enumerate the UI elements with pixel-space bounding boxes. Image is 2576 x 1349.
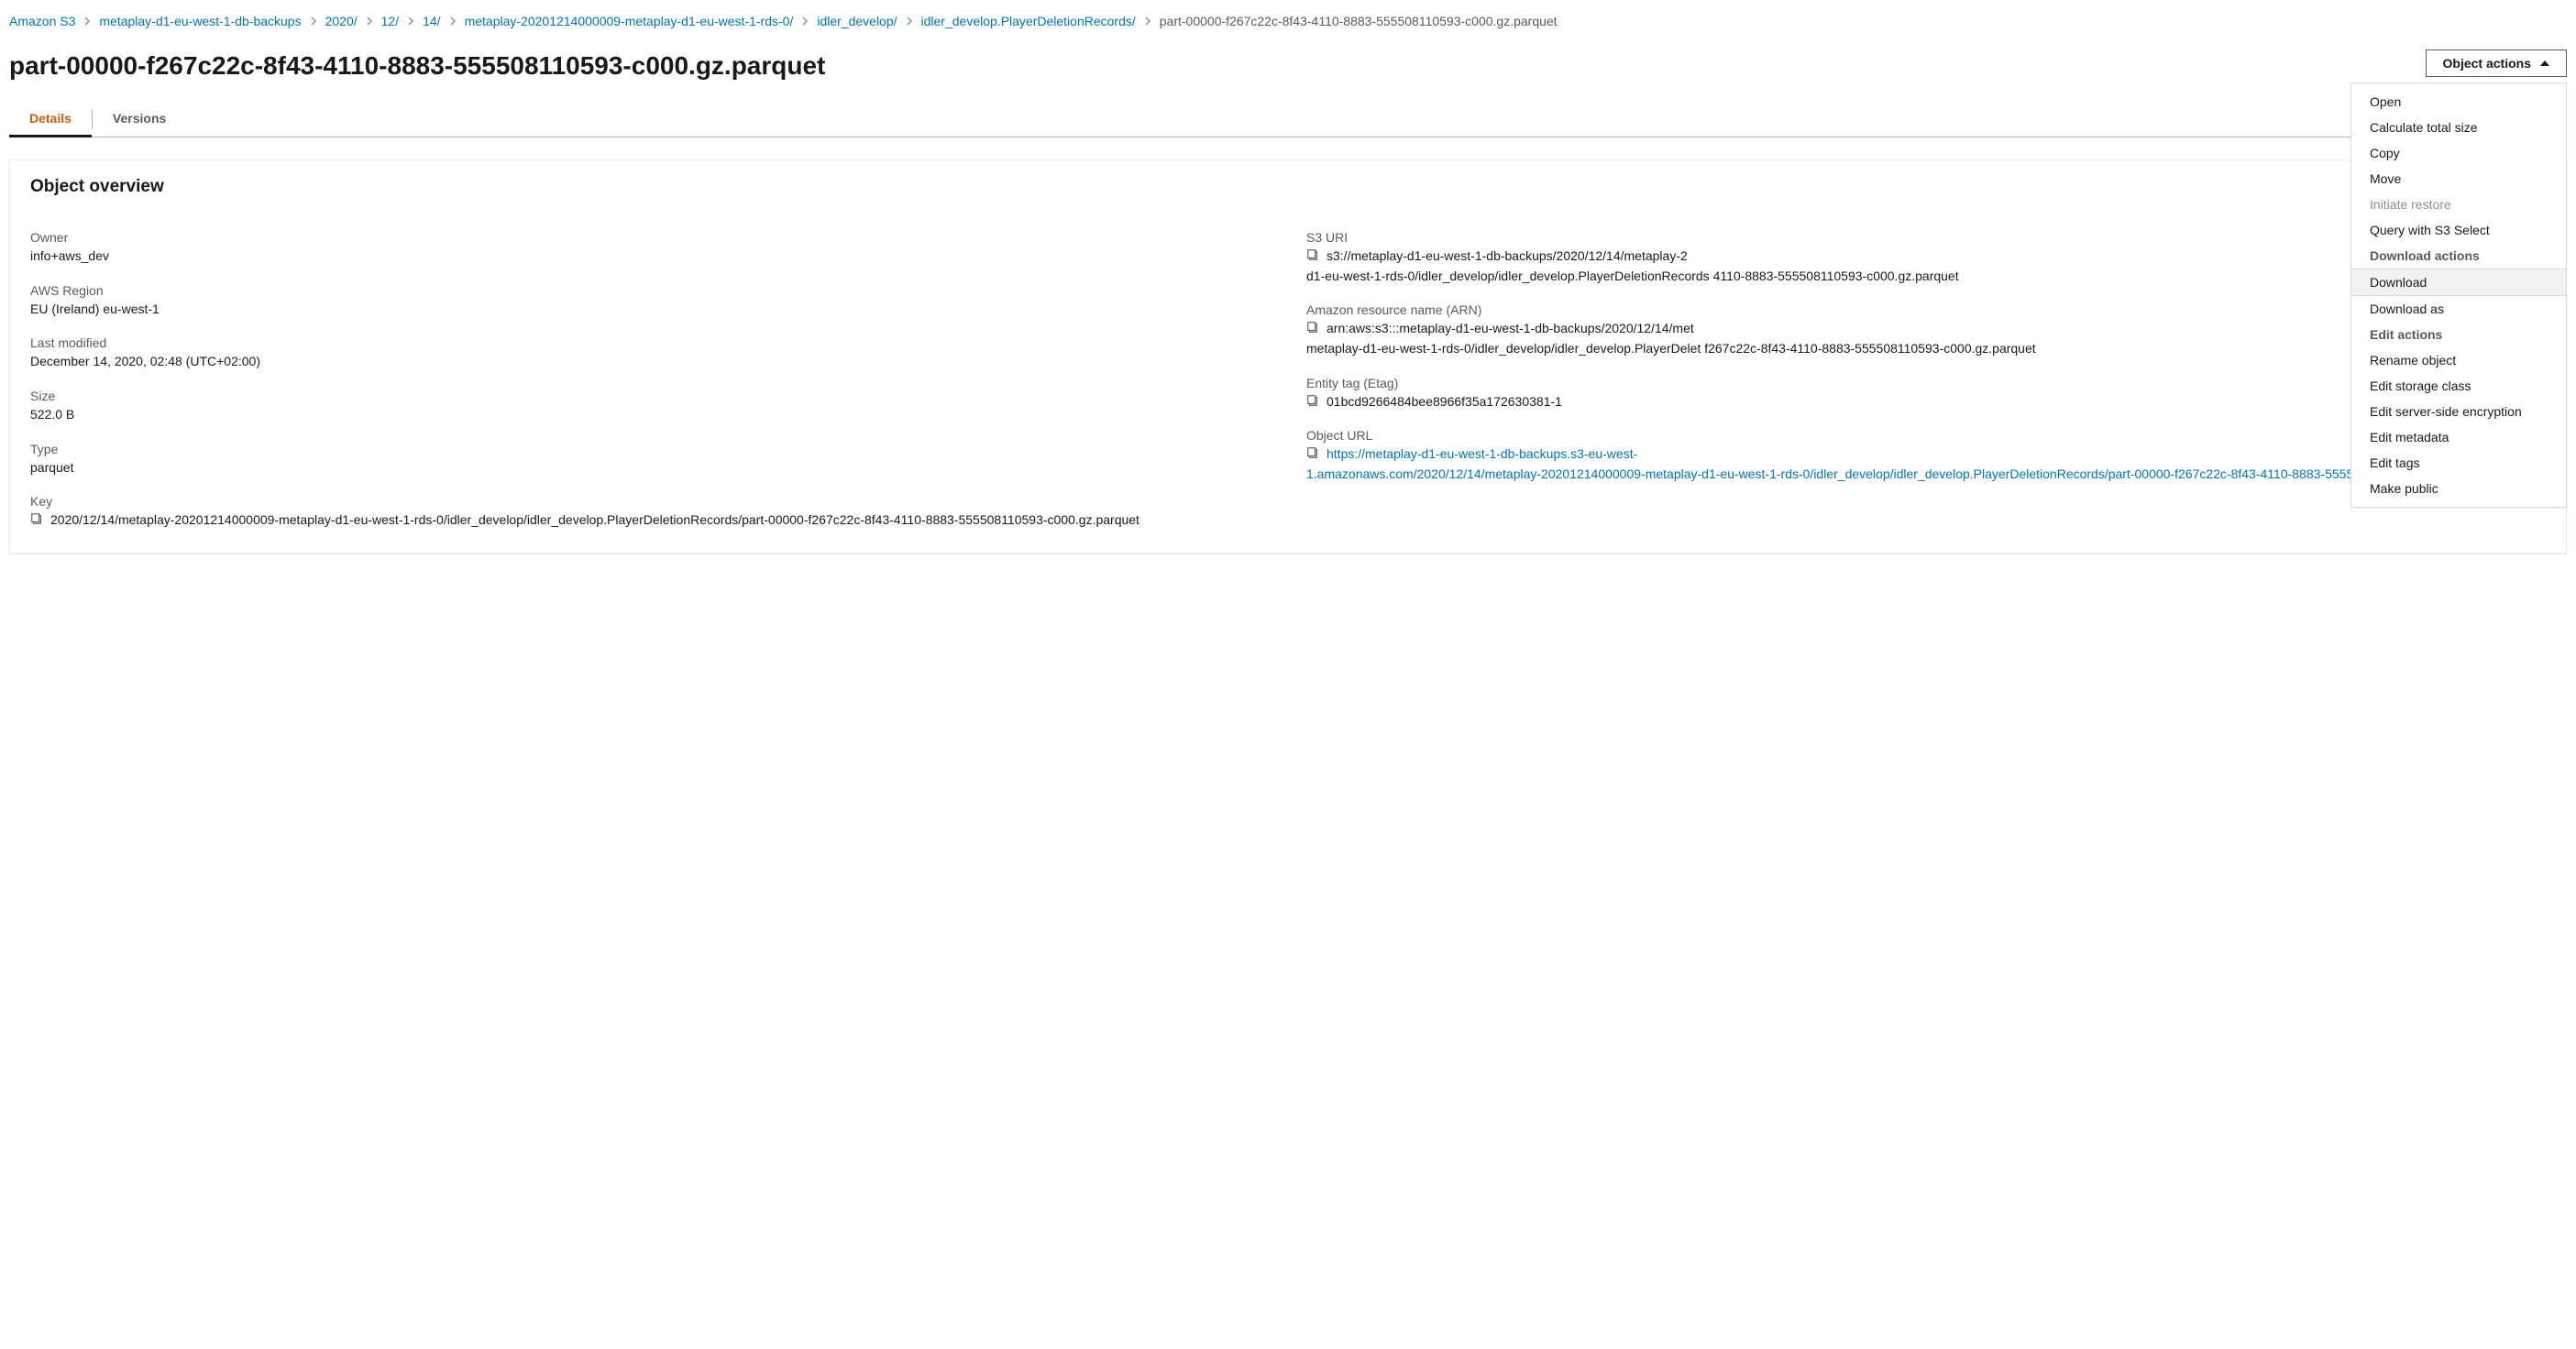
copy-icon[interactable] (1306, 248, 1319, 261)
menu-item-open[interactable]: Open (2351, 89, 2566, 115)
menu-section-edit: Edit actions (2351, 322, 2566, 347)
menu-section-download: Download actions (2351, 243, 2566, 269)
type-label: Type (30, 442, 1270, 456)
breadcrumb-item-2020[interactable]: 2020/ (325, 11, 358, 31)
menu-item-copy[interactable]: Copy (2351, 140, 2566, 166)
chevron-right-icon (402, 16, 419, 26)
overview-left-column: Owner info+aws_dev AWS Region EU (Irelan… (30, 214, 1270, 531)
chevron-right-icon (1139, 16, 1156, 26)
menu-item-query-s3-select[interactable]: Query with S3 Select (2351, 217, 2566, 243)
type-value: parquet (30, 458, 1270, 478)
owner-label: Owner (30, 230, 1270, 245)
key-label: Key (30, 494, 1270, 509)
breadcrumb-item-snapshot[interactable]: metaplay-20201214000009-metaplay-d1-eu-w… (465, 11, 794, 31)
breadcrumb-item-12[interactable]: 12/ (381, 11, 399, 31)
object-url-value-line1[interactable]: https://metaplay-d1-eu-west-1-db-backups… (1327, 444, 1637, 465)
tab-versions[interactable]: Versions (93, 102, 186, 137)
region-label: AWS Region (30, 283, 1270, 298)
owner-value: info+aws_dev (30, 247, 1270, 267)
menu-item-download[interactable]: Download (2351, 269, 2566, 296)
menu-item-edit-metadata[interactable]: Edit metadata (2351, 424, 2566, 450)
chevron-right-icon (361, 16, 378, 26)
chevron-right-icon (79, 16, 95, 26)
menu-item-edit-sse[interactable]: Edit server-side encryption (2351, 399, 2566, 424)
size-value: 522.0 B (30, 405, 1270, 425)
chevron-right-icon (305, 16, 322, 26)
menu-item-download-as[interactable]: Download as (2351, 296, 2566, 322)
chevron-right-icon (901, 16, 918, 26)
copy-icon[interactable] (1306, 394, 1319, 407)
chevron-right-icon (797, 16, 813, 26)
menu-item-make-public[interactable]: Make public (2351, 476, 2566, 501)
menu-item-calculate-size[interactable]: Calculate total size (2351, 115, 2566, 140)
copy-icon[interactable] (1306, 446, 1319, 459)
arn-value-line1: arn:aws:s3:::metaplay-d1-eu-west-1-db-ba… (1327, 319, 1694, 339)
breadcrumb-item-bucket[interactable]: metaplay-d1-eu-west-1-db-backups (99, 11, 301, 31)
size-label: Size (30, 389, 1270, 403)
breadcrumb-item-current: part-00000-f267c22c-8f43-4110-8883-55550… (1160, 11, 1558, 31)
etag-value: 01bcd9266484bee8966f35a172630381-1 (1327, 392, 1562, 412)
menu-item-edit-tags[interactable]: Edit tags (2351, 450, 2566, 476)
copy-icon[interactable] (30, 512, 43, 525)
chevron-right-icon (445, 16, 461, 26)
tabs: Details Versions (9, 102, 2567, 137)
menu-item-move[interactable]: Move (2351, 166, 2566, 192)
menu-item-initiate-restore: Initiate restore (2351, 192, 2566, 217)
object-actions-label: Object actions (2443, 56, 2531, 71)
breadcrumb-item-14[interactable]: 14/ (423, 11, 440, 31)
caret-up-icon (2540, 60, 2549, 66)
page-title: part-00000-f267c22c-8f43-4110-8883-55550… (9, 49, 2426, 82)
object-actions-menu: Open Calculate total size Copy Move Init… (2350, 82, 2567, 508)
breadcrumb: Amazon S3 metaplay-d1-eu-west-1-db-backu… (9, 9, 2567, 37)
menu-item-rename[interactable]: Rename object (2351, 347, 2566, 373)
object-url-value-rest[interactable]: 1.amazonaws.com/2020/12/14/metaplay-2020… (1306, 466, 2506, 481)
menu-item-edit-storage-class[interactable]: Edit storage class (2351, 373, 2566, 399)
last-modified-value: December 14, 2020, 02:48 (UTC+02:00) (30, 352, 1270, 372)
key-value: 2020/12/14/metaplay-20201214000009-metap… (50, 510, 1139, 531)
object-actions-button[interactable]: Object actions (2426, 49, 2567, 77)
s3-uri-value-line1: s3://metaplay-d1-eu-west-1-db-backups/20… (1327, 247, 1688, 267)
region-value: EU (Ireland) eu-west-1 (30, 300, 1270, 320)
last-modified-label: Last modified (30, 335, 1270, 350)
tab-details[interactable]: Details (9, 102, 92, 137)
breadcrumb-item-s3[interactable]: Amazon S3 (9, 11, 75, 31)
copy-icon[interactable] (1306, 321, 1319, 334)
breadcrumb-item-deletion-records[interactable]: idler_develop.PlayerDeletionRecords/ (921, 11, 1136, 31)
breadcrumb-item-idler-develop[interactable]: idler_develop/ (817, 11, 897, 31)
panel-title: Object overview (30, 177, 2546, 197)
object-overview-panel: Object overview Owner info+aws_dev AWS R… (9, 159, 2567, 554)
